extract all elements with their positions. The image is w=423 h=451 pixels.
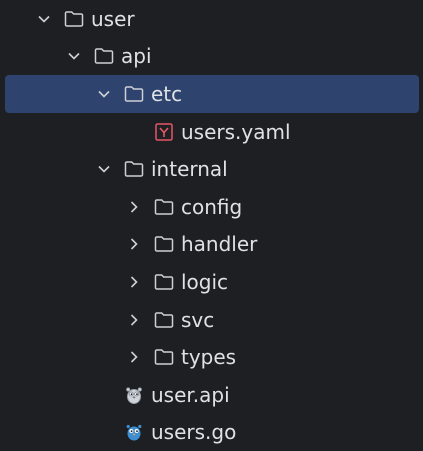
tree-node-label: users.yaml [181,119,291,144]
tree-node-handler[interactable]: handler [0,226,423,264]
tree-node-users-yaml[interactable]: users.yaml [0,113,423,151]
chevron-down-icon[interactable] [94,159,114,179]
tree-node-users-go[interactable]: users.go [0,414,423,451]
folder-icon [92,44,116,68]
tree-node-api[interactable]: api [0,38,423,76]
tree-node-types[interactable]: types [0,338,423,376]
go-gopher-outline-icon [122,383,146,407]
tree-node-label: logic [181,269,229,294]
tree-node-user-api[interactable]: user.api [0,376,423,414]
tree-node-label: etc [151,81,183,106]
tree-node-internal[interactable]: internal [0,150,423,188]
tree-node-label: user [91,6,135,31]
tree-node-label: api [121,44,152,69]
chevron-down-icon[interactable] [94,84,114,104]
folder-icon [122,157,146,181]
tree-node-svc[interactable]: svc [0,301,423,339]
tree-node-label: internal [151,157,228,182]
chevron-down-icon[interactable] [64,46,84,66]
folder-icon [152,345,176,369]
go-gopher-icon [122,420,146,444]
folder-icon [122,82,146,106]
tree-node-label: users.go [151,420,237,445]
tree-node-user[interactable]: user [0,0,423,38]
tree-node-label: user.api [151,382,230,407]
project-tree: user api etc users.yaml internal config … [0,0,423,449]
tree-node-config[interactable]: config [0,188,423,226]
tree-node-label: handler [181,232,258,257]
chevron-right-icon[interactable] [124,197,144,217]
tree-node-logic[interactable]: logic [0,263,423,301]
tree-node-label: config [181,194,243,219]
folder-icon [152,232,176,256]
chevron-right-icon[interactable] [124,272,144,292]
yaml-file-icon [152,120,176,144]
folder-icon [152,270,176,294]
folder-icon [152,195,176,219]
chevron-right-icon[interactable] [124,347,144,367]
tree-node-label: svc [181,307,215,332]
tree-node-label: types [181,345,237,370]
tree-node-etc[interactable]: etc [0,75,423,113]
chevron-right-icon[interactable] [124,310,144,330]
folder-icon [62,7,86,31]
chevron-down-icon[interactable] [34,9,54,29]
folder-icon [152,308,176,332]
chevron-right-icon[interactable] [124,234,144,254]
